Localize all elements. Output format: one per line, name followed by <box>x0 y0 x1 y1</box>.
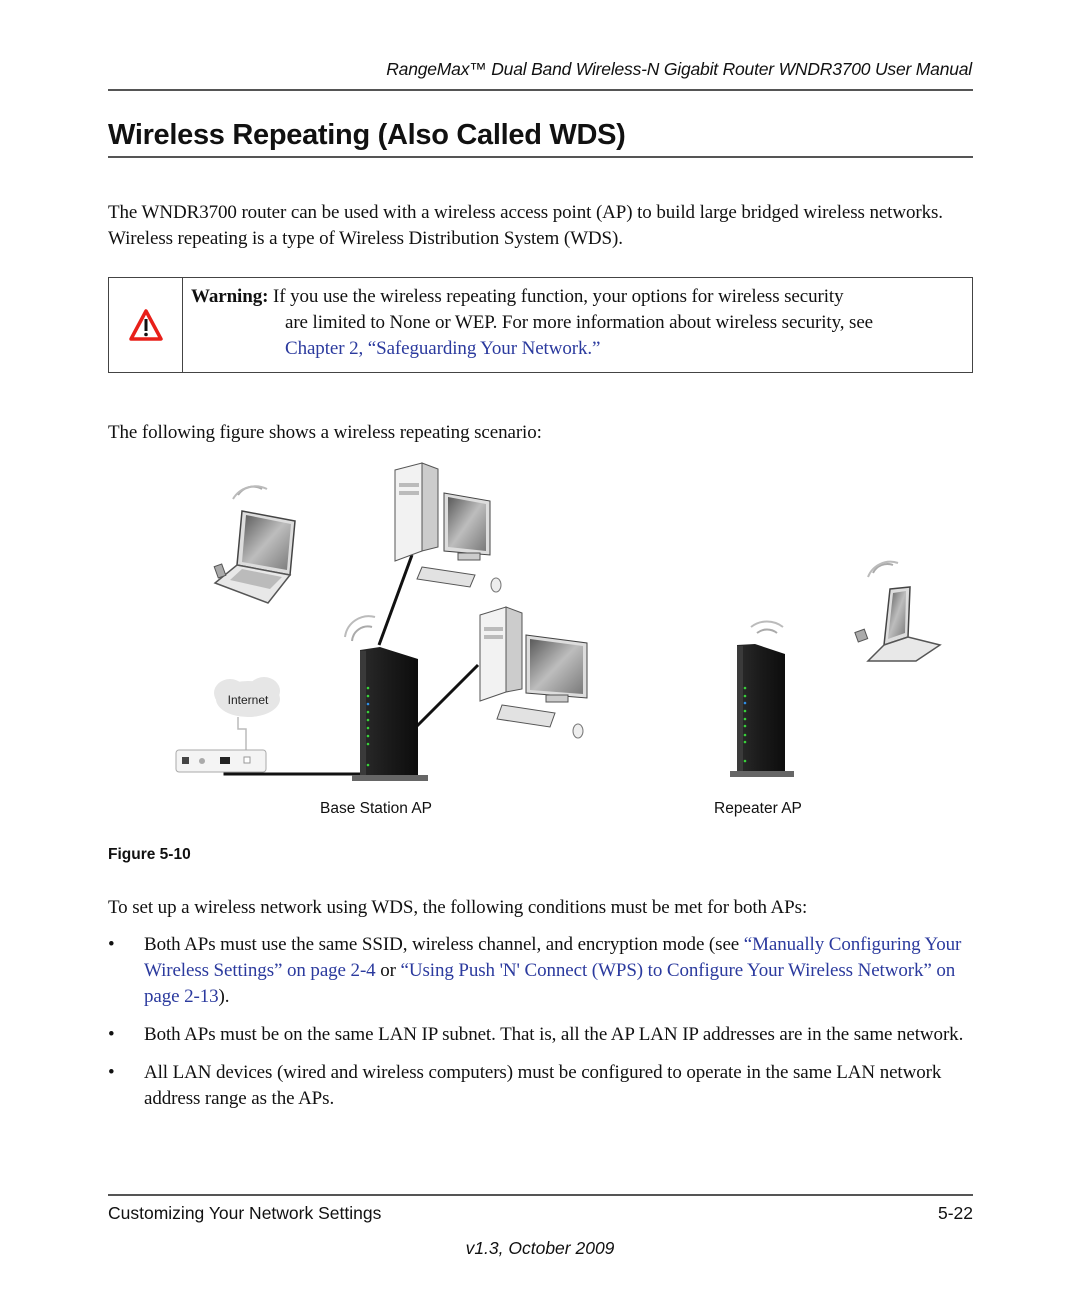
list-item: • All LAN devices (wired and wireless co… <box>108 1060 973 1112</box>
footer-chapter: Customizing Your Network Settings <box>108 1203 382 1223</box>
list-item-text: Both APs must use the same SSID, wireles… <box>144 934 744 955</box>
warning-line-1-text: If you use the wireless repeating functi… <box>272 286 844 307</box>
caption-repeater: Repeater AP <box>714 800 802 817</box>
caption-base-station: Base Station AP <box>320 800 433 817</box>
figure-label: Figure 5-10 <box>108 846 191 863</box>
internet-label: Internet <box>228 693 269 707</box>
list-item-text: ). <box>218 986 230 1007</box>
conditions-list: • Both APs must use the same SSID, wirel… <box>108 932 973 1124</box>
list-item-text: All LAN devices (wired and wireless comp… <box>144 1062 942 1109</box>
repeater-router-icon <box>730 620 794 777</box>
base-station-router-icon <box>344 615 428 781</box>
laptop-icon <box>854 560 942 662</box>
internet-cloud-icon: Internet <box>214 677 280 753</box>
figure-intro: The following figure shows a wireless re… <box>108 422 542 443</box>
bullet-icon: • <box>108 934 115 955</box>
footer-rule <box>108 1194 973 1196</box>
warning-line-1: Warning: If you use the wireless repeati… <box>191 284 971 310</box>
warning-label: Warning: <box>191 286 269 307</box>
list-item: • Both APs must use the same SSID, wirel… <box>108 932 973 1010</box>
section-title: Wireless Repeating (Also Called WDS) <box>108 119 626 151</box>
list-item-text: or <box>375 960 401 981</box>
header-rule <box>108 89 973 91</box>
laptop-icon <box>213 485 296 604</box>
page-number: 5-22 <box>937 1203 973 1223</box>
running-header: RangeMax™ Dual Band Wireless-N Gigabit R… <box>386 59 972 79</box>
desktop-pc-icon <box>479 606 588 739</box>
modem-icon <box>175 749 267 773</box>
list-item: • Both APs must be on the same LAN IP su… <box>108 1022 973 1048</box>
list-item-text: Both APs must be on the same LAN IP subn… <box>144 1024 964 1045</box>
warning-text: Warning: If you use the wireless repeati… <box>191 284 971 362</box>
conditions-intro: To set up a wireless network using WDS, … <box>108 897 808 918</box>
warning-box: Warning: If you use the wireless repeati… <box>108 277 973 373</box>
footer-version: v1.3, October 2009 <box>465 1238 615 1258</box>
title-rule <box>108 156 973 158</box>
bullet-icon: • <box>108 1062 115 1083</box>
intro-paragraph: The WNDR3700 router can be used with a w… <box>108 202 943 249</box>
desktop-pc-icon <box>394 462 502 593</box>
chapter-2-link[interactable]: Chapter 2, “Safeguarding Your Network.” <box>285 338 600 359</box>
wds-diagram: Internet <box>175 462 942 781</box>
warning-triangle-icon <box>128 309 163 341</box>
warning-line-2: are limited to None or WEP. For more inf… <box>285 312 874 333</box>
bullet-icon: • <box>108 1024 115 1045</box>
warning-icon-cell <box>109 278 183 372</box>
